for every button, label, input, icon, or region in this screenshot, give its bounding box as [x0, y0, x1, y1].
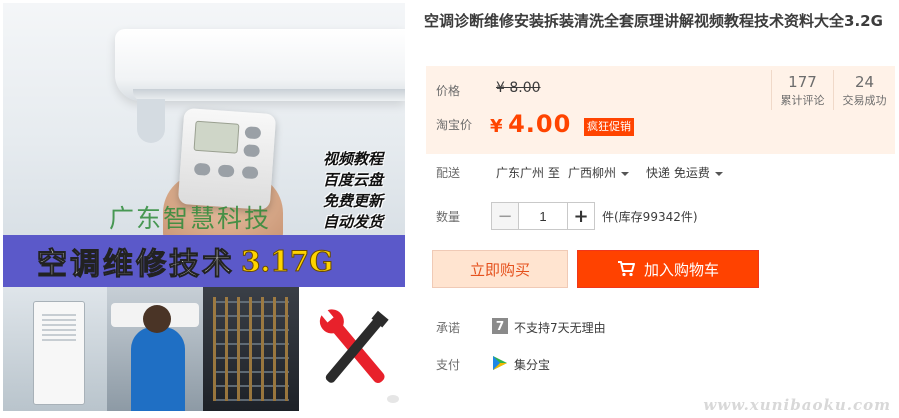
original-price: ¥ 8.00	[496, 80, 541, 96]
shipping-method-value: 快递 免运费	[646, 166, 710, 180]
price-label: 价格	[436, 84, 461, 98]
payment-row: 支付 集分宝	[426, 355, 895, 373]
banner-title: 空调维修技术	[37, 247, 235, 283]
price-panel: 价格 ¥ 8.00 淘宝价 ¥ 4.00 疯狂促销 177 累计评论 24 交易…	[426, 66, 895, 154]
cabinet-ac-illustration	[33, 301, 85, 405]
product-image[interactable]: 视频教程 百度云盘 免费更新 自动发货 广东智慧科技 空调维修技术 3.17G	[3, 3, 405, 411]
payment-label: 支付	[436, 358, 461, 372]
stat-value: 24	[854, 73, 875, 91]
ac-vent	[137, 99, 165, 143]
collage-photo-cabinet-ac	[3, 287, 107, 411]
remote-control-illustration	[177, 107, 277, 211]
stock-info: 件(库存99342件)	[602, 210, 698, 224]
remote-button	[217, 164, 235, 178]
technician-head	[143, 305, 171, 333]
remote-screen	[193, 120, 240, 154]
image-watermark: 广东智慧科技	[109, 204, 272, 233]
promo-badge: 疯狂促销	[584, 118, 634, 136]
remote-button	[243, 144, 261, 158]
tag-line: 免费更新	[323, 192, 384, 210]
promise-label: 承诺	[436, 321, 461, 335]
buy-now-button[interactable]: 立即购买	[432, 250, 568, 288]
remote-button	[244, 126, 262, 140]
points-payment-icon	[493, 356, 507, 370]
image-banner: 空调维修技术 3.17G	[3, 235, 405, 287]
remote-button	[241, 166, 259, 180]
stat-label: 交易成功	[842, 94, 887, 107]
product-details: 空调诊断维修安装拆装清洗全套原理讲解视频教程技术资料大全3.2G 价格 ¥ 8.…	[420, 0, 899, 418]
ship-to-select[interactable]: 广西柳州	[568, 164, 630, 181]
shipping-row: 配送 广东广州 至 广西柳州 快递 免运费	[426, 163, 895, 181]
sales-stats: 177 累计评论 24 交易成功	[771, 70, 895, 110]
promise-row: 承诺 7 不支持7天无理由	[426, 318, 895, 336]
site-watermark: www.xunibaoku.com	[703, 396, 891, 414]
chevron-down-icon	[621, 171, 630, 176]
collage-tools	[299, 287, 405, 411]
product-title: 空调诊断维修安装拆装清洗全套原理讲解视频教程技术资料大全3.2G	[424, 12, 883, 30]
increase-button[interactable]: +	[568, 203, 594, 229]
quantity-stepper: − +	[491, 202, 595, 230]
banner-size: 3.17G	[240, 244, 334, 278]
currency-symbol: ¥	[490, 116, 503, 137]
shipping-method-select[interactable]: 快递 免运费	[646, 164, 723, 181]
tag-line: 视频教程	[323, 150, 384, 168]
technician-illustration	[131, 327, 185, 411]
stat-reviews[interactable]: 177 累计评论	[771, 70, 833, 110]
collage-photo-technician	[107, 287, 203, 411]
payment-method[interactable]: 集分宝	[514, 356, 550, 373]
quantity-row: 数量 − + 件(库存99342件)	[426, 202, 895, 230]
add-to-cart-label: 加入购物车	[643, 260, 719, 279]
remote-button	[193, 162, 211, 176]
ship-from: 广东广州 至	[496, 166, 560, 180]
decrease-button[interactable]: −	[492, 203, 518, 229]
shipping-label: 配送	[436, 166, 461, 180]
quantity-label: 数量	[436, 210, 461, 224]
add-to-cart-button[interactable]: 加入购物车	[577, 250, 759, 288]
image-collage	[3, 287, 405, 411]
current-price: ¥ 4.00	[490, 110, 571, 138]
chevron-down-icon	[714, 171, 723, 176]
quantity-input[interactable]	[518, 203, 568, 229]
stat-label: 累计评论	[780, 94, 825, 107]
cart-icon	[617, 261, 635, 277]
promise-text[interactable]: 不支持7天无理由	[514, 319, 606, 336]
stat-value: 177	[788, 73, 817, 91]
current-price-value: 4.00	[508, 110, 572, 138]
taobao-price-label: 淘宝价	[436, 118, 473, 132]
ac-internals-illustration	[213, 297, 289, 401]
tag-line: 百度云盘	[323, 171, 384, 189]
tag-line: 自动发货	[323, 213, 384, 231]
collage-photo-internals	[203, 287, 299, 411]
image-tag-lines: 视频教程 百度云盘 免费更新 自动发货	[323, 149, 401, 233]
no-return-icon: 7	[492, 318, 508, 334]
ac-louver	[133, 89, 405, 101]
stat-transactions[interactable]: 24 交易成功	[833, 70, 895, 110]
tools-icon	[319, 309, 389, 383]
hero-photo: 视频教程 百度云盘 免费更新 自动发货 广东智慧科技	[3, 3, 405, 235]
ship-to-value: 广西柳州	[568, 166, 617, 180]
image-corner-mark	[387, 395, 399, 403]
